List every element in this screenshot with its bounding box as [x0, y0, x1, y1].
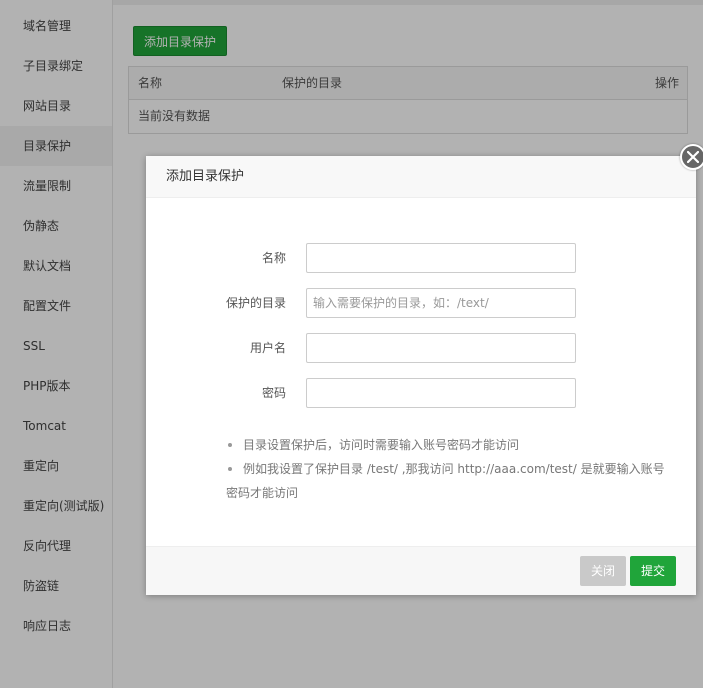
form-row-directory: 保护的目录: [146, 288, 696, 318]
tips-list: 目录设置保护后，访问时需要输入账号密码才能访问 例如我设置了保护目录 /test…: [226, 433, 676, 505]
close-icon[interactable]: [680, 144, 703, 170]
form-row-name: 名称: [146, 243, 696, 273]
password-input[interactable]: [306, 378, 576, 408]
tip-item: 例如我设置了保护目录 /test/ ,那我访问 http://aaa.com/t…: [226, 457, 676, 505]
form-row-username: 用户名: [146, 333, 696, 363]
close-button[interactable]: 关闭: [580, 556, 626, 586]
name-label: 名称: [261, 251, 286, 265]
submit-button[interactable]: 提交: [630, 556, 676, 586]
dialog-footer: 关闭 提交: [146, 546, 696, 595]
password-label: 密码: [261, 386, 286, 400]
add-protection-dialog: 添加目录保护 名称 保护的目录 用户名 密码 目录设置保护后，访问时需要输入账号…: [146, 156, 696, 595]
name-input[interactable]: [306, 243, 576, 273]
tip-item: 目录设置保护后，访问时需要输入账号密码才能访问: [226, 433, 676, 457]
username-label: 用户名: [249, 341, 286, 355]
username-input[interactable]: [306, 333, 576, 363]
form-row-password: 密码: [146, 378, 696, 408]
directory-label: 保护的目录: [225, 296, 286, 310]
dialog-title: 添加目录保护: [146, 156, 696, 198]
directory-input[interactable]: [306, 288, 576, 318]
